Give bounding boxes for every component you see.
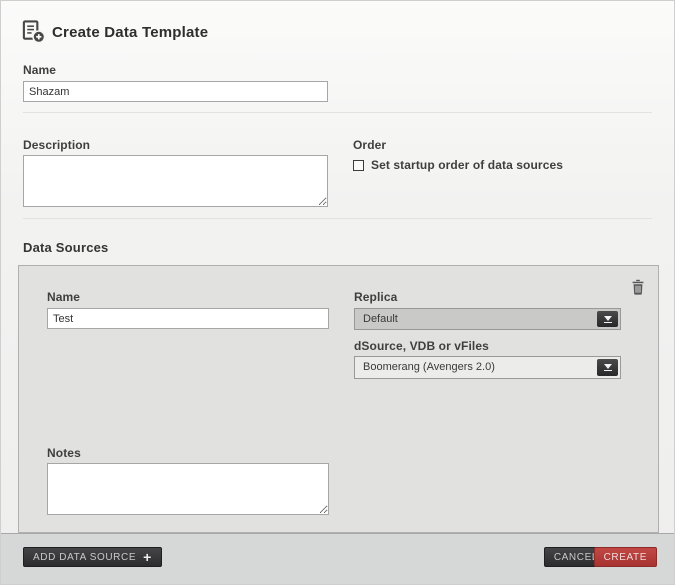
page-title: Create Data Template — [52, 24, 208, 41]
data-sources-heading: Data Sources — [23, 240, 109, 255]
add-data-source-label: ADD DATA SOURCE — [33, 552, 136, 563]
dsource-select[interactable]: Boomerang (Avengers 2.0) — [354, 356, 621, 379]
dsource-label: dSource, VDB or vFiles — [354, 339, 489, 353]
document-plus-icon — [21, 19, 46, 49]
footer-bar: ADD DATA SOURCE + CANCEL CREATE — [1, 533, 674, 584]
create-button-label: CREATE — [604, 552, 647, 563]
add-data-source-button[interactable]: ADD DATA SOURCE + — [23, 547, 162, 567]
source-name-label: Name — [47, 290, 80, 304]
replica-select[interactable]: Default — [354, 308, 621, 330]
cancel-button-label: CANCEL — [554, 552, 598, 563]
startup-order-checkbox-label: Set startup order of data sources — [371, 158, 563, 172]
replica-label: Replica — [354, 290, 397, 304]
chevron-down-icon — [597, 359, 618, 376]
create-data-template-dialog: Create Data Template Name Description Or… — [0, 0, 675, 585]
startup-order-checkbox[interactable] — [353, 160, 364, 171]
notes-label: Notes — [47, 446, 81, 460]
description-label: Description — [23, 138, 90, 152]
plus-icon: + — [143, 550, 152, 564]
source-name-input[interactable] — [47, 308, 329, 329]
name-label: Name — [23, 63, 56, 77]
order-label: Order — [353, 138, 386, 152]
create-button[interactable]: CREATE — [594, 547, 657, 567]
chevron-down-icon — [597, 311, 618, 327]
dsource-selected-value: Boomerang (Avengers 2.0) — [363, 361, 495, 373]
divider — [23, 218, 652, 219]
replica-selected-value: Default — [363, 313, 398, 325]
notes-textarea[interactable] — [47, 463, 329, 515]
name-input[interactable] — [23, 81, 328, 102]
description-textarea[interactable] — [23, 155, 328, 207]
data-source-panel: Name Replica Default dSource, VDB or vFi… — [18, 265, 659, 533]
divider — [23, 112, 652, 113]
trash-icon[interactable] — [631, 279, 645, 300]
